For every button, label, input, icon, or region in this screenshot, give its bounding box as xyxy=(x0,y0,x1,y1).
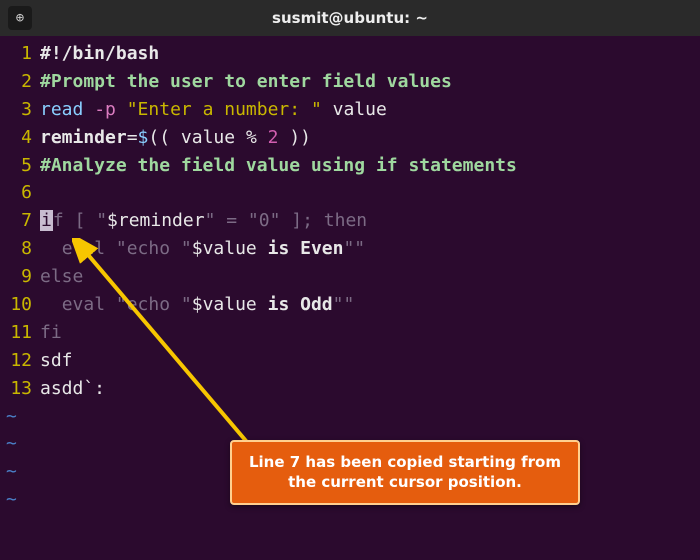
callout-line2: the current cursor position. xyxy=(288,473,522,491)
code-line: 13asdd`: xyxy=(0,375,700,403)
code-line: 7if [ "$reminder" = "0" ]; then xyxy=(0,207,700,235)
code-line: 2#Prompt the user to enter field values xyxy=(0,68,700,96)
code-line: 10 eval "echo "$value is Odd"" xyxy=(0,291,700,319)
code-line: 4reminder=$(( value % 2 )) xyxy=(0,124,700,152)
line-number: 2 xyxy=(0,68,40,96)
code-line: 9else xyxy=(0,263,700,291)
line-number: 9 xyxy=(0,263,40,291)
code-content: #!/bin/bash xyxy=(40,40,700,68)
code-content xyxy=(40,179,700,207)
code-content: if [ "$reminder" = "0" ]; then xyxy=(40,207,700,235)
code-line: 6 xyxy=(0,179,700,207)
code-content: #Prompt the user to enter field values xyxy=(40,68,700,96)
code-content: #Analyze the field value using if statem… xyxy=(40,152,700,180)
code-line: 5#Analyze the field value using if state… xyxy=(0,152,700,180)
code-line: 1#!/bin/bash xyxy=(0,40,700,68)
line-number: 6 xyxy=(0,179,40,207)
code-line: 3read -p "Enter a number: " value xyxy=(0,96,700,124)
titlebar: ⊕ susmit@ubuntu: ~ xyxy=(0,0,700,36)
code-line: 8 eval "echo "$value is Even"" xyxy=(0,235,700,263)
line-number: 1 xyxy=(0,40,40,68)
line-number: 7 xyxy=(0,207,40,235)
code-content: asdd`: xyxy=(40,375,700,403)
new-tab-button[interactable]: ⊕ xyxy=(8,6,32,30)
code-line: 11fi xyxy=(0,319,700,347)
line-number: 13 xyxy=(0,375,40,403)
line-number: 8 xyxy=(0,235,40,263)
code-line: 12sdf xyxy=(0,347,700,375)
empty-line-tilde: ~ xyxy=(0,403,700,431)
line-number: 11 xyxy=(0,319,40,347)
line-number: 5 xyxy=(0,152,40,180)
annotation-callout: Line 7 has been copied starting from the… xyxy=(230,440,580,505)
line-number: 3 xyxy=(0,96,40,124)
code-content: read -p "Enter a number: " value xyxy=(40,96,700,124)
line-number: 4 xyxy=(0,124,40,152)
code-content: fi xyxy=(40,319,700,347)
window-title: susmit@ubuntu: ~ xyxy=(272,9,428,27)
code-content: eval "echo "$value is Even"" xyxy=(40,235,700,263)
callout-line1: Line 7 has been copied starting from xyxy=(249,453,561,471)
code-content: else xyxy=(40,263,700,291)
code-content: sdf xyxy=(40,347,700,375)
code-content: eval "echo "$value is Odd"" xyxy=(40,291,700,319)
line-number: 10 xyxy=(0,291,40,319)
code-content: reminder=$(( value % 2 )) xyxy=(40,124,700,152)
line-number: 12 xyxy=(0,347,40,375)
plus-icon: ⊕ xyxy=(16,10,24,26)
